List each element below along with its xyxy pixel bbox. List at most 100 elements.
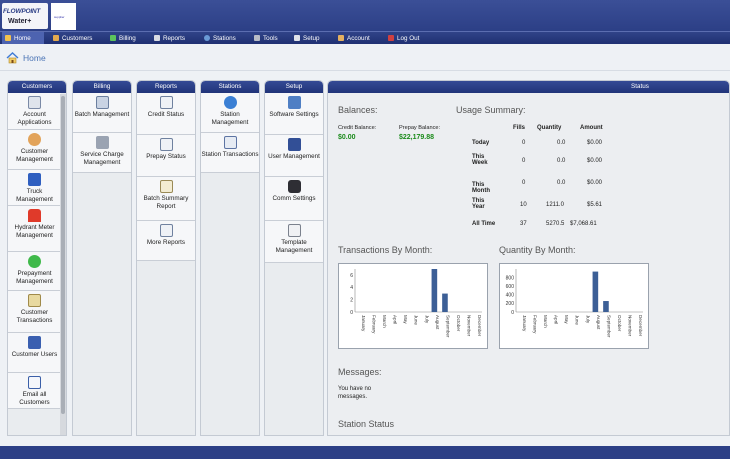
y-tick-label: 4 [350, 285, 353, 291]
credit-status-link[interactable]: Credit Status [137, 93, 195, 135]
hydrant-meter-management-link[interactable]: Hydrant Meter Management [8, 206, 61, 252]
software-settings-link[interactable]: Software Settings [265, 93, 323, 135]
service-charge-icon [95, 136, 109, 149]
messages-title: Messages: [338, 367, 382, 377]
credit-balance-label: Credit Balance: [338, 125, 377, 131]
customer-users-link[interactable]: Customer Users [8, 333, 61, 373]
x-tick-label: June [414, 315, 419, 325]
comm-settings-link[interactable]: Comm Settings [265, 177, 323, 221]
main-nav: Home Customers Billing Reports Stations … [0, 31, 730, 44]
y-tick-label: 2 [350, 298, 353, 304]
usage-quantity: 0.0 [557, 140, 566, 146]
customer-management-link[interactable]: Customer Management [8, 130, 61, 170]
logo-line1: FLOWPOINT [3, 8, 41, 15]
x-tick-label: August [435, 315, 440, 330]
x-tick-label: July [585, 315, 590, 324]
y-tick-label: 200 [506, 301, 515, 307]
usage-amount: $0.00 [587, 158, 603, 164]
batch-summary-report-link[interactable]: Batch Summary Report [137, 177, 195, 221]
station-management-link[interactable]: Station Management [201, 93, 259, 133]
breadcrumb-home[interactable]: Home [23, 53, 46, 63]
customers-panel: Customers Account Applications Customer … [7, 80, 67, 436]
bar [431, 269, 438, 312]
station-transactions-icon [223, 136, 237, 149]
x-tick-label: April [554, 315, 559, 324]
setup-panel: Setup Software Settings User Management … [264, 80, 324, 436]
x-tick-label: September [606, 315, 611, 338]
x-tick-label: September [445, 315, 450, 338]
y-tick-label: 0 [511, 310, 514, 316]
nav-customers[interactable]: Customers [50, 32, 102, 44]
nav-setup[interactable]: Setup [291, 32, 333, 44]
nav-billing[interactable]: Billing [107, 32, 149, 44]
balances-title: Balances: [338, 105, 378, 115]
nav-logout[interactable]: Log Out [385, 32, 431, 44]
users-icon [28, 336, 41, 349]
tools-icon [254, 35, 260, 41]
setup-panel-title: Setup [265, 81, 323, 93]
usage-quantity: 0.0 [557, 180, 566, 186]
account-applications-link[interactable]: Account Applications [8, 93, 61, 130]
usage-fills: 0 [522, 140, 526, 146]
x-tick-label: February [532, 315, 537, 334]
x-tick-label: December [477, 315, 482, 337]
nav-tools[interactable]: Tools [251, 32, 291, 44]
reports-panel-title: Reports [137, 81, 195, 93]
quantity-chart: 0 200 400 600 800 January February March April Ma… [499, 263, 649, 349]
customer-transactions-link[interactable]: Customer Transactions [8, 291, 61, 333]
prepay-status-link[interactable]: Prepay Status [137, 135, 195, 177]
credit-balance-value: $0.00 [338, 134, 356, 141]
usage-amount: $7,068.61 [570, 221, 597, 227]
service-charge-management-link[interactable]: Service Charge Management [73, 133, 131, 173]
nav-account[interactable]: Account [335, 32, 385, 44]
more-reports-link[interactable]: More Reports [137, 221, 195, 261]
billing-panel: Billing Batch Management Service Charge … [72, 80, 132, 436]
nav-stations[interactable]: Stations [201, 32, 251, 44]
quantity-bar-chart: 0 200 400 600 800 January February March April Ma… [506, 269, 643, 338]
station-transactions-link[interactable]: Station Transactions [201, 133, 259, 173]
account-icon [338, 35, 344, 41]
nav-home[interactable]: Home [2, 32, 44, 44]
dollar-icon [28, 255, 41, 268]
usage-amount: $0.00 [587, 180, 603, 186]
x-tick-label: April [393, 315, 398, 324]
nav-reports[interactable]: Reports [151, 32, 199, 44]
usage-row-label: This Year [472, 198, 485, 210]
prepayment-management-link[interactable]: Prepayment Management [8, 252, 61, 291]
user-management-link[interactable]: User Management [265, 135, 323, 177]
x-tick-label: November [467, 315, 472, 337]
customers-icon [53, 35, 59, 41]
x-tick-label: May [403, 315, 408, 324]
report-icon [159, 224, 173, 237]
stations-panel: Stations Station Management Station Tran… [200, 80, 260, 436]
email-all-customers-link[interactable]: Email all Customers [8, 373, 61, 409]
x-tick-label: May [564, 315, 569, 324]
flowpoint-logo[interactable]: FLOWPOINT Water+ [2, 3, 48, 29]
billing-icon [110, 35, 116, 41]
comm-icon [287, 180, 301, 193]
truck-management-link[interactable]: Truck Management [8, 170, 61, 206]
status-panel-title: Status [328, 81, 729, 93]
usage-row-label: All Time [472, 221, 496, 227]
x-tick-label: January [361, 315, 366, 332]
template-management-link[interactable]: Template Management [265, 221, 323, 263]
y-tick-label: 400 [506, 293, 515, 299]
scrollbar-thumb[interactable] [61, 96, 65, 414]
y-tick-label: 800 [506, 275, 515, 281]
station-status-title: Station Status [338, 419, 395, 429]
usage-header-amount: Amount [580, 125, 603, 131]
reports-icon [154, 35, 160, 41]
batch-management-link[interactable]: Batch Management [73, 93, 131, 133]
x-tick-label: January [522, 315, 527, 332]
usage-header-fills: Fills [513, 125, 526, 131]
report-icon [159, 96, 173, 109]
usage-header-quantity: Quantity [537, 125, 562, 131]
usage-quantity: 5270.5 [546, 221, 565, 227]
usage-quantity: 1211.0 [546, 202, 564, 208]
template-icon [287, 224, 301, 237]
stations-panel-title: Stations [201, 81, 259, 93]
software-settings-icon [287, 96, 301, 109]
reports-panel: Reports Credit Status Prepay Status Batc… [136, 80, 196, 436]
usage-summary-title: Usage Summary: [456, 105, 526, 115]
logout-icon [388, 35, 394, 41]
